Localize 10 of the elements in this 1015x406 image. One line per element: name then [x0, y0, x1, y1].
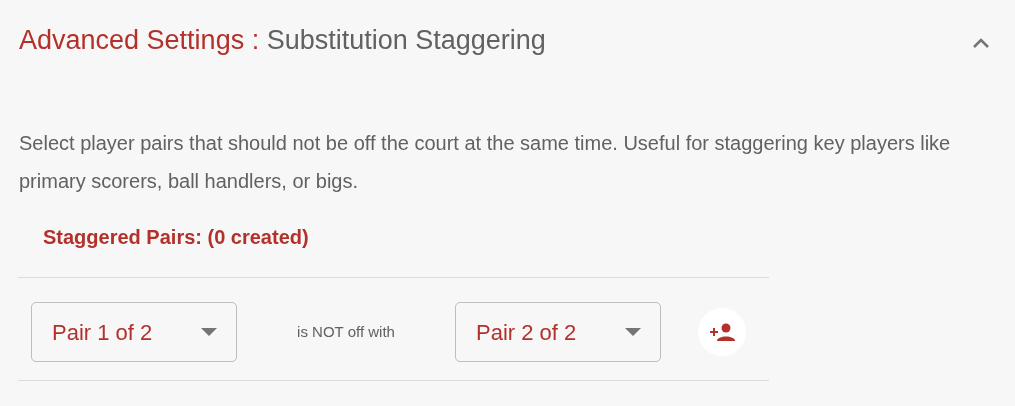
add-person-button[interactable]: [698, 308, 746, 356]
description: Select player pairs that should not be off the court at the same time. Useful for staggering key players like primary scorers, ball handlers, or bigs.: [19, 131, 952, 194]
panel-title: Advanced Settings : Substitution Staggering: [19, 24, 546, 57]
connector-label: is NOT off with: [296, 321, 396, 342]
add-person-icon: [709, 323, 735, 341]
caret-icon: [201, 327, 217, 337]
pairs-heading: Staggered Pairs: (0 created): [43, 225, 310, 250]
caret-icon: [625, 327, 641, 337]
pair-dropdown[interactable]: Pair 1 of 2: [31, 302, 237, 362]
pair-dropdown[interactable]: Pair 2 of 2: [455, 302, 661, 362]
